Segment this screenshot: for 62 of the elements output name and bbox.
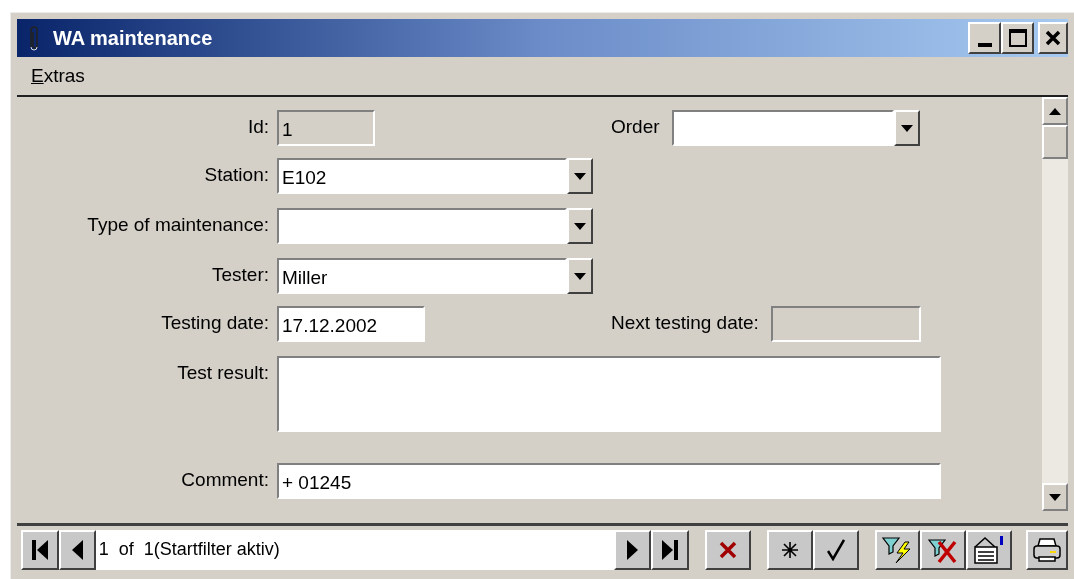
last-record-button[interactable] (651, 529, 689, 570)
last-record-icon (660, 539, 679, 560)
input-field[interactable]: 17.12.2002 (277, 306, 425, 342)
field-label: Type of maintenance: (87, 213, 269, 237)
combo-field[interactable] (277, 208, 567, 244)
field-label: Tester: (211, 263, 269, 287)
record-position-text: 1 of 1(Startfilter aktiv) (98, 538, 280, 561)
print-button[interactable] (1026, 529, 1068, 570)
text-area[interactable] (277, 356, 941, 432)
properties-button[interactable] (966, 529, 1013, 570)
minimize-button[interactable] (968, 22, 1001, 54)
previous-record-icon (71, 539, 83, 560)
field-label: Order (611, 115, 660, 139)
window-title: WA maintenance (53, 26, 213, 51)
field-label: Comment: (181, 468, 269, 492)
next-record-icon (627, 539, 639, 560)
asterisk-icon (780, 540, 799, 559)
delete-icon (718, 540, 737, 559)
scroll-thumb[interactable] (1042, 125, 1068, 159)
printer-icon (1032, 536, 1062, 563)
field-label: Test result: (177, 361, 269, 385)
next-record-button[interactable] (614, 529, 652, 570)
dropdown-button[interactable] (567, 208, 593, 244)
minimize-icon (977, 43, 992, 47)
dropdown-button[interactable] (567, 258, 593, 294)
scrollbar[interactable] (1042, 97, 1068, 511)
maximize-icon (1008, 29, 1027, 47)
down-arrow-icon (574, 172, 586, 180)
close-button[interactable] (1038, 22, 1068, 54)
scroll-down-button[interactable] (1042, 483, 1068, 511)
delete-button[interactable] (704, 529, 751, 570)
down-arrow-icon (574, 222, 586, 230)
combo-field[interactable]: Miller (277, 258, 567, 294)
first-record-button[interactable] (21, 529, 59, 570)
input-field[interactable]: + 01245 (277, 463, 941, 499)
previous-record-button[interactable] (58, 529, 96, 570)
down-arrow-icon (1049, 493, 1061, 501)
dropdown-button[interactable] (893, 110, 920, 146)
new-record-button[interactable] (766, 529, 813, 570)
field-label: Id: (247, 115, 269, 139)
checkmark-icon (826, 538, 845, 561)
input-field[interactable]: 1 (277, 110, 375, 146)
filter-button[interactable] (874, 529, 921, 570)
menu-item[interactable]: Extras (31, 61, 85, 91)
close-icon (1045, 30, 1061, 46)
down-arrow-icon (574, 272, 586, 280)
field-label: Station: (204, 163, 269, 187)
combo-field[interactable] (671, 110, 894, 146)
field-label: Next testing date: (611, 311, 759, 335)
dropdown-button[interactable] (567, 158, 593, 194)
first-record-icon (30, 539, 49, 560)
maximize-button[interactable] (1001, 22, 1034, 54)
up-arrow-icon (1049, 107, 1061, 115)
combo-field[interactable]: E102 (277, 158, 567, 194)
input-field[interactable] (770, 306, 921, 342)
down-arrow-icon (900, 124, 913, 132)
form-properties-icon (973, 534, 1006, 565)
remove-filter-button[interactable] (920, 529, 967, 570)
scroll-up-button[interactable] (1042, 97, 1068, 125)
field-label: Testing date: (161, 311, 269, 335)
save-button[interactable] (812, 529, 859, 570)
paperclip-icon (27, 25, 41, 51)
